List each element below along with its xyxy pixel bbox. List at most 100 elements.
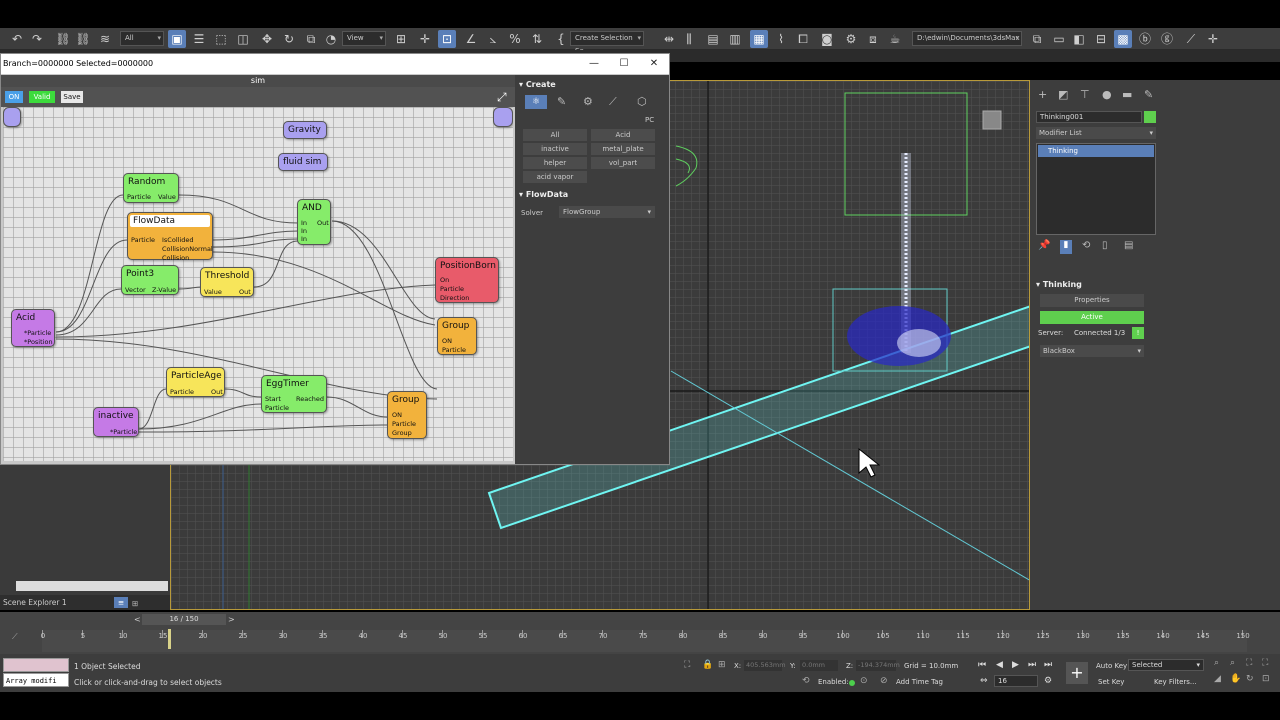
properties-button[interactable]: Properties xyxy=(1040,294,1144,307)
create-tab-icon[interactable]: + xyxy=(1038,88,1047,101)
solver-dropdown[interactable]: FlowGroup ▾ xyxy=(559,206,655,218)
time-slider[interactable]: 16 / 150 xyxy=(142,614,226,625)
rendered-frame-window-icon[interactable]: ⧈ xyxy=(864,30,882,48)
crosshair-icon[interactable]: ✛ xyxy=(1204,30,1222,48)
threshold-node[interactable]: Threshold Value Out xyxy=(200,267,254,297)
object-name-field[interactable]: Thinking001 xyxy=(1036,111,1142,123)
help-icon[interactable]: ⓖ xyxy=(1158,30,1176,48)
layer-sort-icon[interactable]: ≡ xyxy=(114,597,128,608)
acid-node[interactable]: Acid *Particle *Position xyxy=(11,309,55,347)
and-node[interactable]: AND In In In Out xyxy=(297,199,331,245)
filter-all-button[interactable]: All xyxy=(523,129,587,141)
add-time-tag-label[interactable]: Add Time Tag xyxy=(896,678,943,686)
project-path-dropdown[interactable]: D:\edwin\Documents\3dsMax xyxy=(912,31,1022,46)
render-setup-icon[interactable]: ⚙ xyxy=(842,30,860,48)
curve-editor-icon[interactable]: ⌇ xyxy=(772,30,790,48)
current-frame-field[interactable]: 16 xyxy=(994,675,1038,687)
unlink-icon[interactable]: ⛓ xyxy=(74,30,92,48)
viewport-layout-icon[interactable]: ◧ xyxy=(1070,30,1088,48)
create-lights-icon[interactable]: ⚙ xyxy=(583,95,593,108)
current-frame-marker[interactable] xyxy=(168,629,171,649)
go-to-end-icon[interactable]: ⏭ xyxy=(1044,660,1052,670)
blackbox-dropdown[interactable]: BlackBox ▾ xyxy=(1040,345,1144,357)
named-selection-set-dropdown[interactable]: Create Selection Se xyxy=(570,31,644,55)
undo-icon[interactable]: ↶ xyxy=(8,30,26,48)
filter-acid-vapor-button[interactable]: acid vapor xyxy=(523,171,587,183)
pin-stack-icon[interactable]: 📌 xyxy=(1038,240,1050,251)
modifier-stack-item-thinking[interactable]: Thinking xyxy=(1038,145,1154,157)
material-editor-icon[interactable]: ◙ xyxy=(818,30,836,48)
pan-view-icon[interactable]: ✋ xyxy=(1230,674,1241,684)
time-tag-icon[interactable]: ⊘ xyxy=(880,676,888,686)
set-key-button[interactable]: Set Key xyxy=(1098,678,1124,686)
particle-age-node[interactable]: ParticleAge Particle Out xyxy=(166,367,225,397)
node-graph-canvas[interactable]: Gravity fluid sim Random Particle Value … xyxy=(3,107,513,461)
save-button[interactable]: Save xyxy=(61,91,83,103)
gravity-node[interactable]: Gravity xyxy=(283,121,327,139)
enabled-indicator[interactable] xyxy=(849,680,855,686)
select-by-name-icon[interactable]: ☰ xyxy=(190,30,208,48)
random-node[interactable]: Random Particle Value xyxy=(123,173,179,203)
y-coord-field[interactable]: 0.0mm xyxy=(800,660,838,671)
filter-helper-button[interactable]: helper xyxy=(523,157,587,169)
key-filter-selection-dropdown[interactable]: Selected ▾ xyxy=(1128,659,1204,671)
go-to-start-icon[interactable]: ⏮ xyxy=(978,660,986,670)
create-shapes-icon[interactable]: ✎ xyxy=(557,95,566,108)
create-helpers-icon[interactable]: ⟋ xyxy=(609,95,617,109)
workspace-icon[interactable]: ▩ xyxy=(1114,30,1132,48)
render-production-icon[interactable]: ☕ xyxy=(886,30,904,48)
absolute-mode-icon[interactable]: ⊞ xyxy=(718,660,726,670)
bind-spacewarp-icon[interactable]: ≋ xyxy=(96,30,114,48)
inactive-node[interactable]: inactive *Particle xyxy=(93,407,139,437)
isolate-selection-icon[interactable]: ⛶ xyxy=(684,660,690,670)
maximize-icon[interactable]: ☐ xyxy=(611,56,637,72)
close-icon[interactable]: ✕ xyxy=(641,56,667,72)
on-toggle-button[interactable]: ON xyxy=(5,91,23,103)
angle-snap-icon[interactable]: ⦣ xyxy=(484,30,502,48)
position-born-node[interactable]: PositionBorn On Particle Direction xyxy=(435,257,499,303)
select-manipulate-icon[interactable]: ✛ xyxy=(416,30,434,48)
auto-key-button[interactable]: Auto Key xyxy=(1096,662,1127,670)
expand-view-icon[interactable]: ⤢ xyxy=(497,90,507,105)
scale-icon[interactable]: ⧉ xyxy=(302,30,320,48)
filter-vol-part-button[interactable]: vol_part xyxy=(591,157,655,169)
flowdata-node[interactable]: FlowData Particle IsCollided CollisionNo… xyxy=(127,212,213,262)
spinner-snap-icon[interactable]: ⇅ xyxy=(528,30,546,48)
edit-named-selection-icon[interactable]: { xyxy=(552,30,570,48)
minimize-icon[interactable]: — xyxy=(581,56,607,72)
time-slider-prev-icon[interactable]: < xyxy=(134,615,141,624)
snaps-toggle-icon[interactable]: ∠ xyxy=(462,30,480,48)
create-box-icon[interactable]: ⬡ xyxy=(637,95,647,108)
keyboard-shortcut-override-icon[interactable]: ⊡ xyxy=(438,30,456,48)
curve-editor-mini-icon[interactable]: ⟋ xyxy=(12,632,18,642)
select-object-icon[interactable]: ▣ xyxy=(168,30,186,48)
hierarchy-tab-icon[interactable]: ⊤ xyxy=(1080,88,1090,101)
fluid-sim-node[interactable]: fluid sim xyxy=(278,153,328,171)
rectangular-selection-icon[interactable]: ⬚ xyxy=(212,30,230,48)
toggle-layer-explorer-icon[interactable]: ▥ xyxy=(726,30,744,48)
x-coord-field[interactable]: 405.563mm xyxy=(744,660,786,671)
modify-tab-icon[interactable]: ◩ xyxy=(1058,88,1068,101)
key-filters-button[interactable]: Key Filters... xyxy=(1154,678,1197,686)
window-crossing-icon[interactable]: ◫ xyxy=(234,30,252,48)
scene-explorer-scrollbar[interactable] xyxy=(16,581,168,591)
align-icon[interactable]: ⫼ xyxy=(680,30,698,48)
group-node-2[interactable]: Group ON Particle Group xyxy=(387,391,427,439)
field-of-view-icon[interactable]: ◢ xyxy=(1214,674,1221,684)
maxscript-input[interactable]: Array modifi xyxy=(3,673,69,687)
move-icon[interactable]: ✥ xyxy=(258,30,276,48)
motion-tab-icon[interactable]: ● xyxy=(1102,88,1112,101)
ribbon-toggle-icon[interactable]: ⊟ xyxy=(1092,30,1110,48)
valid-status-button[interactable]: Valid xyxy=(29,91,55,103)
filter-metal-plate-button[interactable]: metal_plate xyxy=(591,143,655,155)
zoom-all-icon[interactable]: ⌕ xyxy=(1230,658,1235,668)
make-unique-icon[interactable]: ⟲ xyxy=(1082,240,1090,251)
place-icon[interactable]: ◔ xyxy=(322,30,340,48)
pivot-center-icon[interactable]: ⊞ xyxy=(392,30,410,48)
mirror-icon[interactable]: ⇹ xyxy=(660,30,678,48)
modifier-list-dropdown[interactable]: Modifier List ▾ xyxy=(1036,127,1156,139)
link-icon[interactable]: ⛓ xyxy=(54,30,72,48)
object-color-swatch[interactable] xyxy=(1144,111,1156,123)
show-end-result-icon[interactable]: ▮ xyxy=(1060,240,1072,254)
create-geometry-icon[interactable]: ⚛ xyxy=(525,95,547,109)
